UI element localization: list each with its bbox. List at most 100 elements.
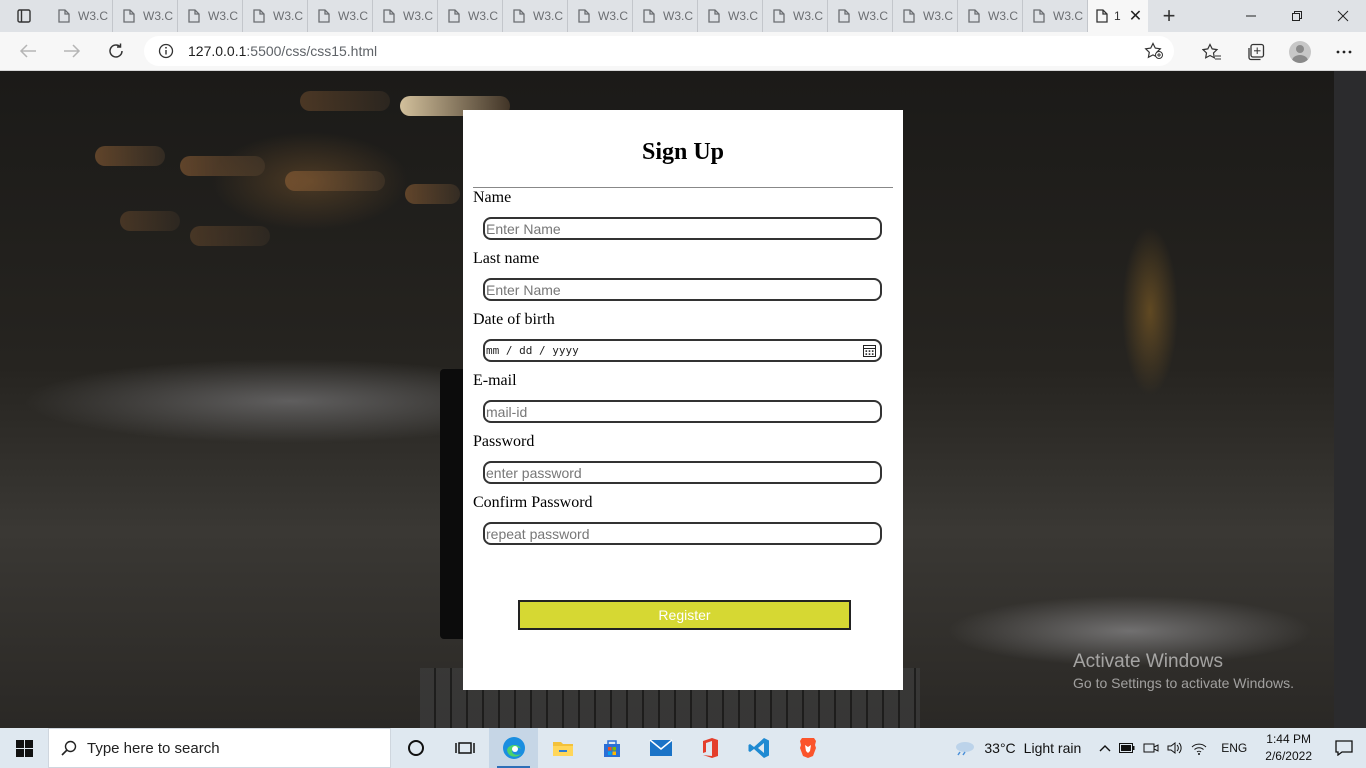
tab-label: W3.C [598, 9, 628, 23]
meet-now-icon[interactable] [1143, 741, 1159, 755]
browser-tab[interactable]: W3.C [503, 0, 568, 32]
browser-tab[interactable]: W3.C [308, 0, 373, 32]
page-icon [383, 9, 395, 23]
close-icon [1337, 10, 1349, 22]
refresh-button[interactable] [94, 35, 138, 67]
restore-icon [1292, 11, 1302, 21]
browser-tab[interactable]: W3.C [763, 0, 828, 32]
wifi-icon[interactable] [1191, 741, 1207, 755]
clock-date: 2/6/2022 [1265, 749, 1312, 763]
taskbar-file-explorer[interactable] [538, 728, 587, 768]
weather-rain-icon [956, 742, 975, 756]
favorites-icon [1202, 42, 1221, 59]
taskbar-brave[interactable] [783, 728, 832, 768]
tab-label: W3.C [1053, 9, 1083, 23]
notification-center-button[interactable] [1322, 728, 1366, 768]
show-hidden-icons-icon[interactable] [1099, 744, 1111, 752]
browser-tab[interactable]: W3.C [48, 0, 113, 32]
address-bar[interactable]: 127.0.0.1:5500/css/css15.html [144, 36, 1174, 66]
profile-button[interactable] [1278, 32, 1322, 71]
name-input[interactable] [483, 217, 882, 240]
taskbar-store[interactable] [587, 728, 636, 768]
page-viewport: Activate Windows Go to Settings to activ… [0, 71, 1366, 728]
tab-active[interactable]: 1 ✕ [1088, 0, 1148, 32]
taskbar-vscode[interactable] [734, 728, 783, 768]
tab-label: W3.C [728, 9, 758, 23]
folder-icon [552, 742, 573, 756]
page-icon [318, 9, 330, 23]
browser-tab[interactable]: W3.C [633, 0, 698, 32]
notification-icon [1335, 740, 1353, 756]
browser-tab[interactable]: W3.C [828, 0, 893, 32]
close-window-button[interactable] [1320, 0, 1366, 32]
favorites-button[interactable] [1190, 32, 1234, 71]
browser-tab[interactable]: W3.C [893, 0, 958, 32]
password-input[interactable] [483, 461, 882, 484]
back-button[interactable] [6, 35, 50, 67]
browser-tab[interactable]: W3.C [568, 0, 633, 32]
confirm-password-input[interactable] [483, 522, 882, 545]
clock[interactable]: 1:44 PM 2/6/2022 [1255, 731, 1322, 765]
taskbar-edge[interactable] [489, 728, 538, 768]
volume-icon[interactable] [1167, 741, 1183, 755]
page-icon [903, 9, 915, 23]
dob-placeholder: mm / dd / yyyy [486, 344, 579, 357]
tab-label: 1 [1114, 9, 1121, 23]
tab-label: W3.C [663, 9, 693, 23]
tab-actions-button[interactable] [0, 0, 48, 32]
add-favorite-button[interactable] [1134, 36, 1174, 66]
dob-input[interactable]: mm / dd / yyyy [483, 339, 882, 362]
minimize-button[interactable] [1228, 0, 1274, 32]
calendar-icon[interactable] [863, 344, 876, 357]
new-tab-button[interactable]: + [1148, 0, 1190, 32]
vscode-icon [748, 738, 769, 758]
page-icon [123, 9, 135, 23]
weather-description: Light rain [1023, 740, 1082, 756]
browser-tab[interactable]: W3.C [243, 0, 308, 32]
browser-tab[interactable]: W3.C [958, 0, 1023, 32]
browser-tab[interactable]: W3.C [113, 0, 178, 32]
weather-widget[interactable]: 33°C Light rain [954, 740, 1093, 756]
page-icon [838, 9, 850, 23]
last-name-label: Last name [473, 250, 540, 267]
taskbar-search-box[interactable]: Type here to search [48, 728, 391, 768]
activate-windows-watermark: Activate Windows Go to Settings to activ… [1073, 651, 1294, 691]
browser-tab[interactable]: W3.C [373, 0, 438, 32]
task-view-button[interactable] [391, 728, 440, 768]
page-icon [188, 9, 200, 23]
name-label: Name [473, 189, 512, 206]
start-button[interactable] [0, 728, 48, 768]
browser-tab[interactable]: W3.C [178, 0, 243, 32]
tab-label: W3.C [793, 9, 823, 23]
task-switcher-button[interactable] [440, 728, 489, 768]
restore-button[interactable] [1274, 0, 1320, 32]
system-tray: 33°C Light rain ENG 1:44 PM 2/6/2022 [954, 728, 1366, 768]
close-tab-icon[interactable]: ✕ [1129, 6, 1142, 26]
taskbar: Type here to search 33°C Light rain ENG … [0, 728, 1366, 768]
tab-label: W3.C [858, 9, 888, 23]
battery-icon[interactable] [1119, 743, 1135, 753]
browser-tab[interactable]: W3.C [438, 0, 503, 32]
store-icon [603, 740, 620, 757]
tab-actions-icon [17, 9, 31, 23]
tab-label: W3.C [338, 9, 368, 23]
cortana-icon [407, 740, 424, 756]
last-name-input[interactable] [483, 278, 882, 301]
browser-tab[interactable]: W3.C [1023, 0, 1088, 32]
taskbar-office[interactable] [685, 728, 734, 768]
forward-button[interactable] [50, 35, 94, 67]
language-indicator[interactable]: ENG [1213, 741, 1255, 755]
settings-more-button[interactable] [1322, 32, 1366, 71]
taskbar-mail[interactable] [636, 728, 685, 768]
page-icon [643, 9, 655, 23]
task-view-icon [454, 742, 475, 754]
page-icon [968, 9, 980, 23]
page-icon [578, 9, 590, 23]
email-input[interactable] [483, 400, 882, 423]
url-host: 127.0.0.1 [188, 43, 247, 59]
page-icon [708, 9, 720, 23]
tab-label: W3.C [78, 9, 108, 23]
register-button[interactable]: Register [518, 600, 851, 630]
browser-tab[interactable]: W3.C [698, 0, 763, 32]
collections-button[interactable] [1234, 32, 1278, 71]
